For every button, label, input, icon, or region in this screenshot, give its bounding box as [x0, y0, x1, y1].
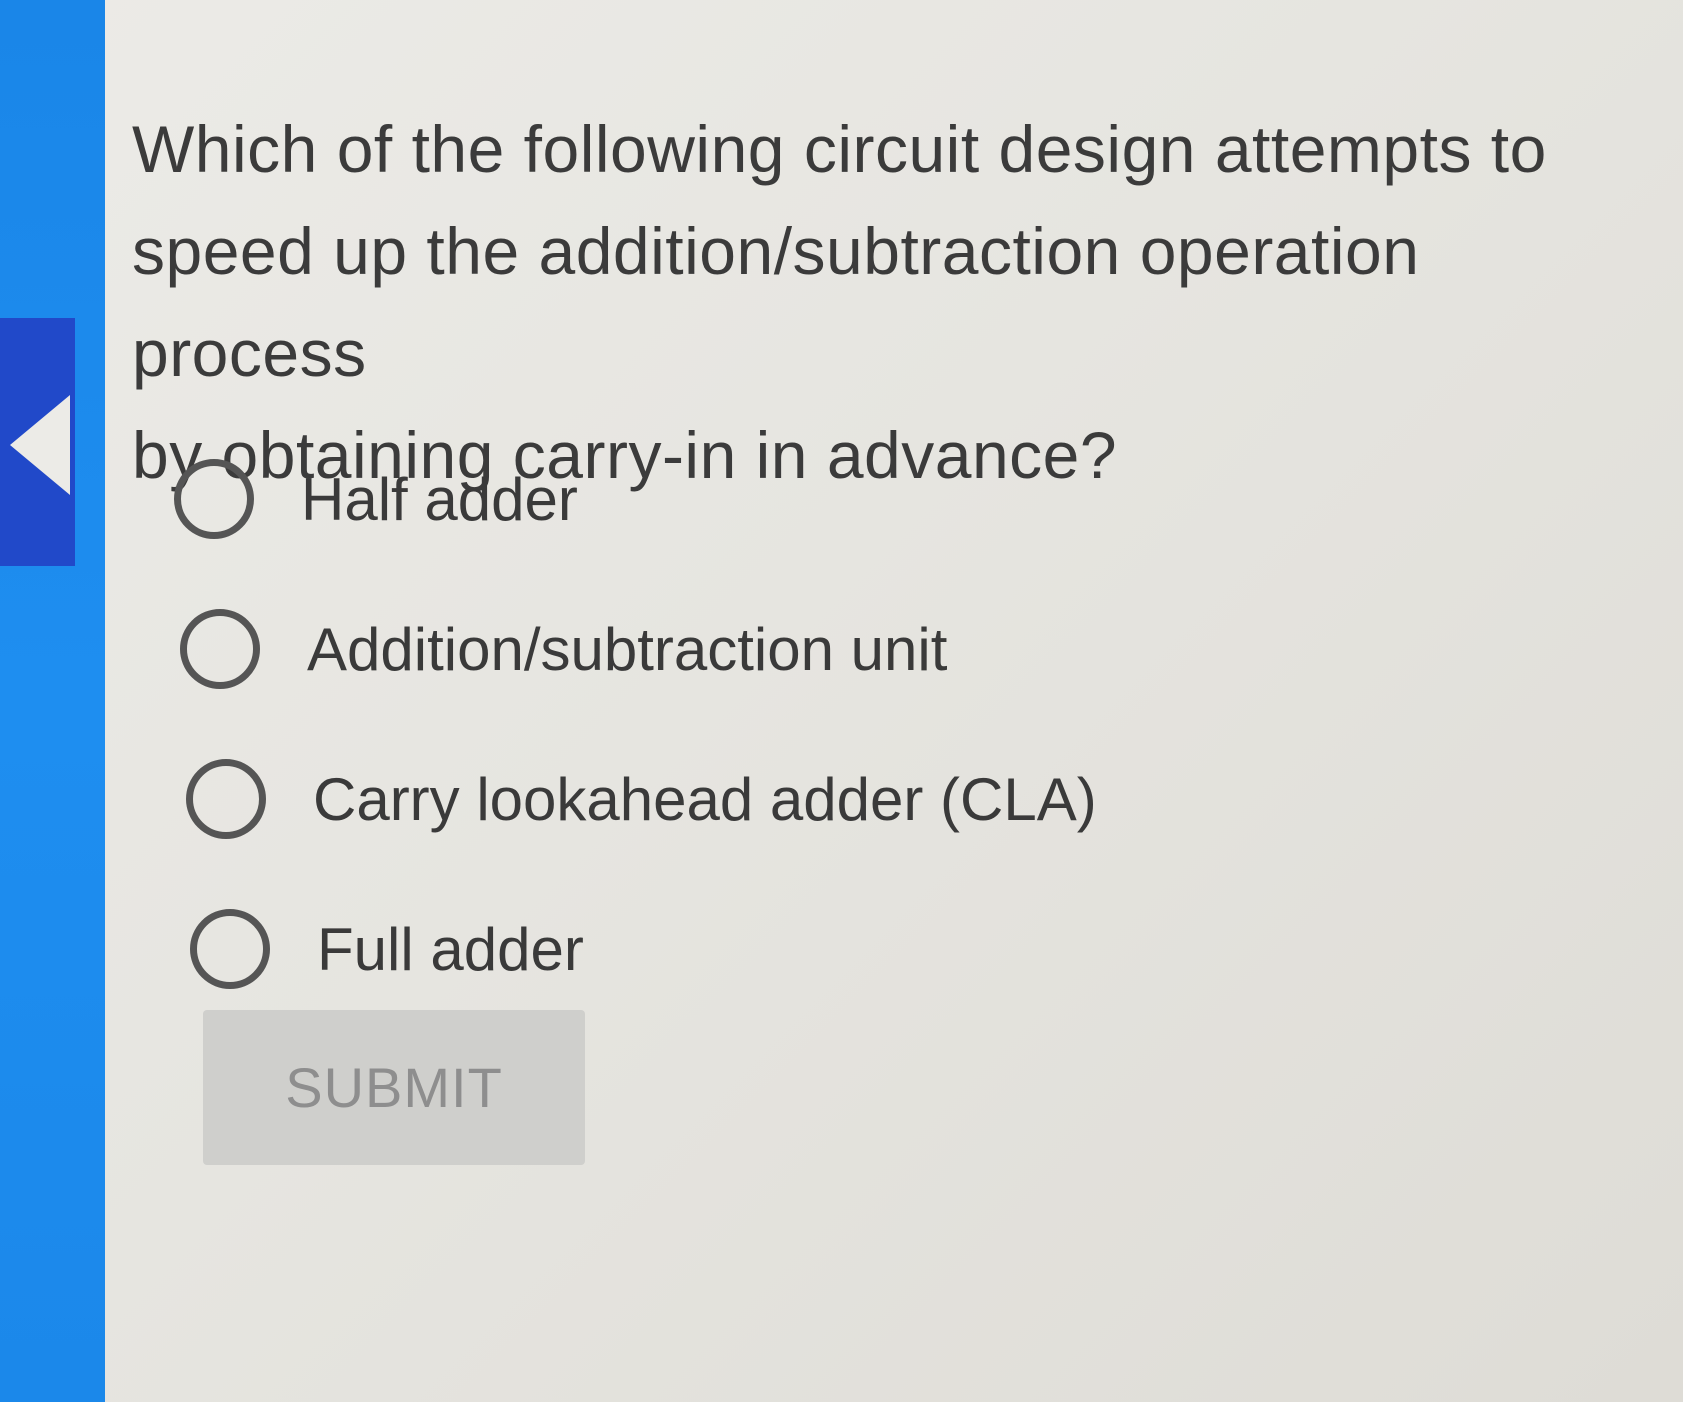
option-full-adder[interactable]: Full adder — [190, 874, 1097, 1024]
radio-button[interactable] — [190, 909, 270, 989]
option-label: Addition/subtraction unit — [307, 615, 948, 683]
option-half-adder[interactable]: Half adder — [174, 424, 1097, 574]
option-label: Half adder — [301, 465, 578, 533]
radio-button[interactable] — [180, 609, 260, 689]
option-carry-lookahead-adder[interactable]: Carry lookahead adder (CLA) — [186, 724, 1097, 874]
radio-button[interactable] — [174, 459, 254, 539]
option-label: Carry lookahead adder (CLA) — [313, 765, 1097, 833]
option-addition-subtraction-unit[interactable]: Addition/subtraction unit — [180, 574, 1097, 724]
left-sidebar-rail — [0, 0, 105, 1402]
answer-options: Half adder Addition/subtraction unit Car… — [174, 424, 1097, 1024]
radio-button[interactable] — [186, 759, 266, 839]
submit-button[interactable]: SUBMIT — [203, 1010, 585, 1165]
sidebar-pointer-notch — [10, 395, 70, 495]
option-label: Full adder — [317, 915, 584, 983]
